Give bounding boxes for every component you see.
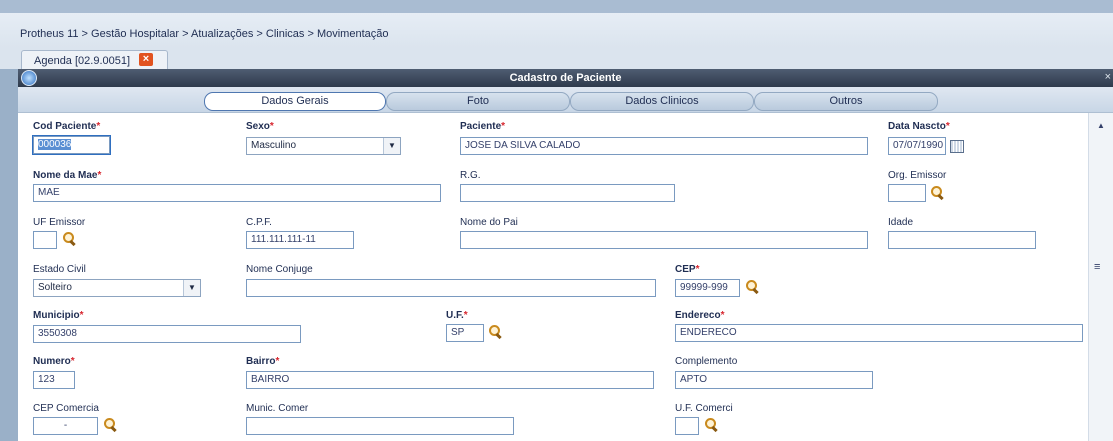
label-cod-paciente: Cod Paciente*: [33, 121, 101, 132]
label-paciente: Paciente*: [460, 121, 506, 132]
label-cep-comercial: CEP Comercia: [33, 403, 99, 414]
label-nome-pai: Nome do Pai: [460, 217, 518, 228]
municipio-field[interactable]: 3550308: [33, 325, 301, 343]
label-data-nascto: Data Nascto*: [888, 121, 950, 132]
cep-comercial-field[interactable]: -: [33, 417, 98, 435]
chevron-down-icon[interactable]: ▼: [383, 138, 400, 154]
form-panel: [18, 113, 1088, 441]
label-estado-civil: Estado Civil: [33, 264, 86, 275]
calendar-icon[interactable]: [950, 140, 964, 153]
window-close-icon[interactable]: ×: [1105, 71, 1111, 83]
nome-mae-field[interactable]: MAE: [33, 184, 441, 202]
endereco-field[interactable]: ENDERECO: [675, 324, 1083, 342]
uf-emissor-field[interactable]: [33, 231, 57, 249]
tab-dados-clinicos[interactable]: Dados Clinicos: [570, 92, 754, 111]
search-icon[interactable]: [103, 418, 117, 432]
window-titlebar: Cadastro de Paciente ×: [18, 69, 1113, 87]
munic-comer-field[interactable]: [246, 417, 514, 435]
bairro-field[interactable]: BAIRRO: [246, 371, 654, 389]
idade-field[interactable]: [888, 231, 1036, 249]
label-uf-comerci: U.F. Comerci: [675, 403, 733, 414]
label-sexo: Sexo*: [246, 121, 274, 132]
label-complemento: Complemento: [675, 356, 738, 367]
scroll-grip-icon[interactable]: ≡: [1094, 262, 1100, 273]
document-tab-agenda[interactable]: Agenda [02.9.0051] ×: [21, 50, 168, 70]
label-numero: Numero*: [33, 356, 75, 367]
org-emissor-field[interactable]: [888, 184, 926, 202]
label-cpf: C.P.F.: [246, 217, 272, 228]
paciente-field[interactable]: JOSE DA SILVA CALADO: [460, 137, 868, 155]
nome-conjuge-field[interactable]: [246, 279, 656, 297]
label-org-emissor: Org. Emissor: [888, 170, 947, 181]
nome-pai-field[interactable]: [460, 231, 868, 249]
label-endereco: Endereco*: [675, 310, 725, 321]
tab-dados-gerais[interactable]: Dados Gerais: [204, 92, 386, 111]
chevron-down-icon[interactable]: ▼: [183, 280, 200, 296]
label-rg: R.G.: [460, 170, 481, 181]
numero-field[interactable]: 123: [33, 371, 75, 389]
uf-field[interactable]: SP: [446, 324, 484, 342]
estado-civil-select[interactable]: Solteiro ▼: [33, 279, 201, 297]
label-idade: Idade: [888, 217, 914, 228]
scroll-up-icon[interactable]: ▲: [1097, 121, 1105, 130]
label-munic-comer: Munic. Comer: [246, 403, 309, 414]
search-icon[interactable]: [62, 232, 76, 246]
complemento-field[interactable]: APTO: [675, 371, 873, 389]
search-icon[interactable]: [704, 418, 718, 432]
tab-outros[interactable]: Outros: [754, 92, 938, 111]
tab-foto[interactable]: Foto: [386, 92, 570, 111]
cpf-field[interactable]: 111.111.111-11: [246, 231, 354, 249]
label-uf: U.F.*: [446, 310, 468, 321]
sexo-select[interactable]: Masculino ▼: [246, 137, 401, 155]
label-nome-conjuge: Nome Conjuge: [246, 264, 313, 275]
cep-field[interactable]: 99999-999: [675, 279, 740, 297]
rg-field[interactable]: [460, 184, 675, 202]
window-title: Cadastro de Paciente: [509, 72, 622, 84]
form-tabs: Dados Gerais Foto Dados Clinicos Outros: [18, 87, 1113, 113]
label-nome-mae: Nome da Mae*: [33, 170, 102, 181]
search-icon[interactable]: [745, 280, 759, 294]
uf-comerci-field[interactable]: [675, 417, 699, 435]
breadcrumb: Protheus 11 > Gestão Hospitalar > Atuali…: [20, 28, 389, 40]
data-nascto-field[interactable]: 07/07/1990: [888, 137, 946, 155]
label-bairro: Bairro*: [246, 356, 280, 367]
header-bar: Protheus 11 > Gestão Hospitalar > Atuali…: [0, 0, 1113, 48]
close-icon[interactable]: ×: [139, 53, 153, 66]
search-icon[interactable]: [930, 186, 944, 200]
label-uf-emissor: UF Emissor: [33, 217, 86, 228]
search-icon[interactable]: [488, 325, 502, 339]
cod-paciente-field[interactable]: 000036: [32, 135, 111, 155]
label-cep: CEP*: [675, 264, 700, 275]
label-municipio: Municipio*: [33, 310, 84, 321]
document-tab-label: Agenda [02.9.0051]: [34, 55, 131, 67]
vertical-scrollbar[interactable]: ▲ ≡: [1088, 113, 1113, 441]
